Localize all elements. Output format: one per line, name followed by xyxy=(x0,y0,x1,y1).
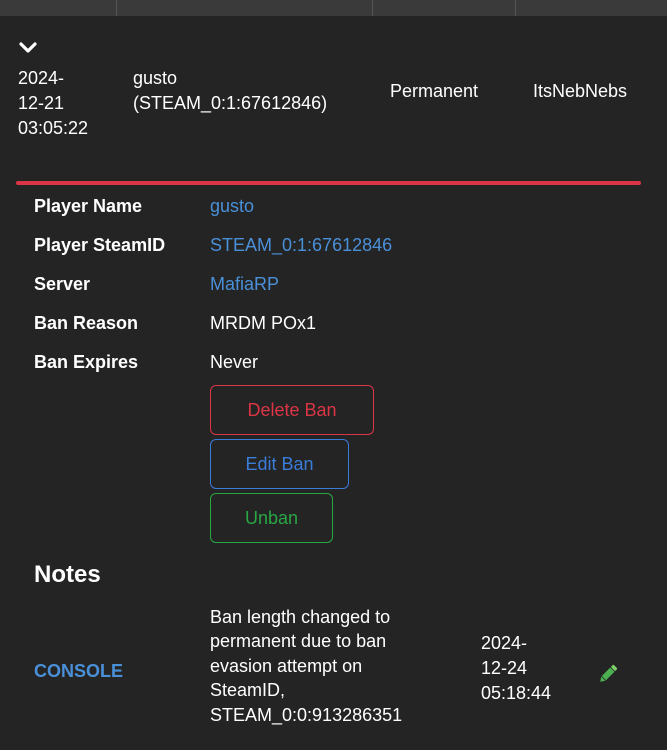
note-text-line: evasion attempt on xyxy=(210,655,363,676)
note-text: Ban length changed to permanent due to b… xyxy=(210,605,460,727)
table-header-bar xyxy=(0,0,667,16)
ban-date-line: 2024- xyxy=(18,68,65,88)
server-label: Server xyxy=(34,274,91,294)
ban-player-cell: gusto (STEAM_0:1:67612846) xyxy=(133,66,327,116)
ban-player-steamid: (STEAM_0:1:67612846) xyxy=(133,93,328,113)
edit-ban-button[interactable]: Edit Ban xyxy=(210,439,349,489)
ban-reason-label: Ban Reason xyxy=(34,313,139,333)
ban-length-cell: Permanent xyxy=(390,81,479,101)
note-date-line: 2024- xyxy=(481,633,528,653)
note-date-line: 12-24 xyxy=(481,658,528,678)
details-divider xyxy=(16,181,641,185)
note-text-line: Ban length changed to xyxy=(210,607,391,627)
column-divider xyxy=(372,0,373,16)
unban-button[interactable]: Unban xyxy=(210,493,333,543)
ban-player-name: gusto xyxy=(133,68,178,88)
player-steamid-label: Player SteamID xyxy=(34,235,166,255)
ban-admin-cell: ItsNebNebs xyxy=(533,81,628,101)
note-author-link[interactable]: CONSOLE xyxy=(34,661,123,682)
note-text-line: SteamID, xyxy=(210,680,286,701)
column-divider xyxy=(515,0,516,16)
column-divider xyxy=(116,0,117,16)
ban-expires-value: Never xyxy=(210,352,259,372)
delete-ban-button[interactable]: Delete Ban xyxy=(210,385,374,435)
server-link[interactable]: MafiaRP xyxy=(210,274,279,295)
ban-date-line: 12-21 xyxy=(18,93,65,113)
notes-heading: Notes xyxy=(34,561,101,588)
chevron-down-icon[interactable] xyxy=(18,40,38,56)
note-text-line: STEAM_0:0:913286351 xyxy=(210,704,403,725)
note-date-line: 05:18:44 xyxy=(481,683,552,703)
player-steamid-link[interactable]: STEAM_0:1:67612846 xyxy=(210,235,392,256)
player-name-label: Player Name xyxy=(34,196,143,216)
pencil-icon[interactable] xyxy=(596,662,620,686)
note-date: 2024- 12-24 05:18:44 xyxy=(481,631,551,706)
ban-expires-label: Ban Expires xyxy=(34,352,139,372)
player-name-link[interactable]: gusto xyxy=(210,196,254,217)
note-text-line: permanent due to ban xyxy=(210,631,387,652)
ban-date-line: 03:05:22 xyxy=(18,118,89,138)
ban-date-cell: 2024- 12-21 03:05:22 xyxy=(18,66,88,141)
ban-reason-value: MRDM POx1 xyxy=(210,313,317,333)
